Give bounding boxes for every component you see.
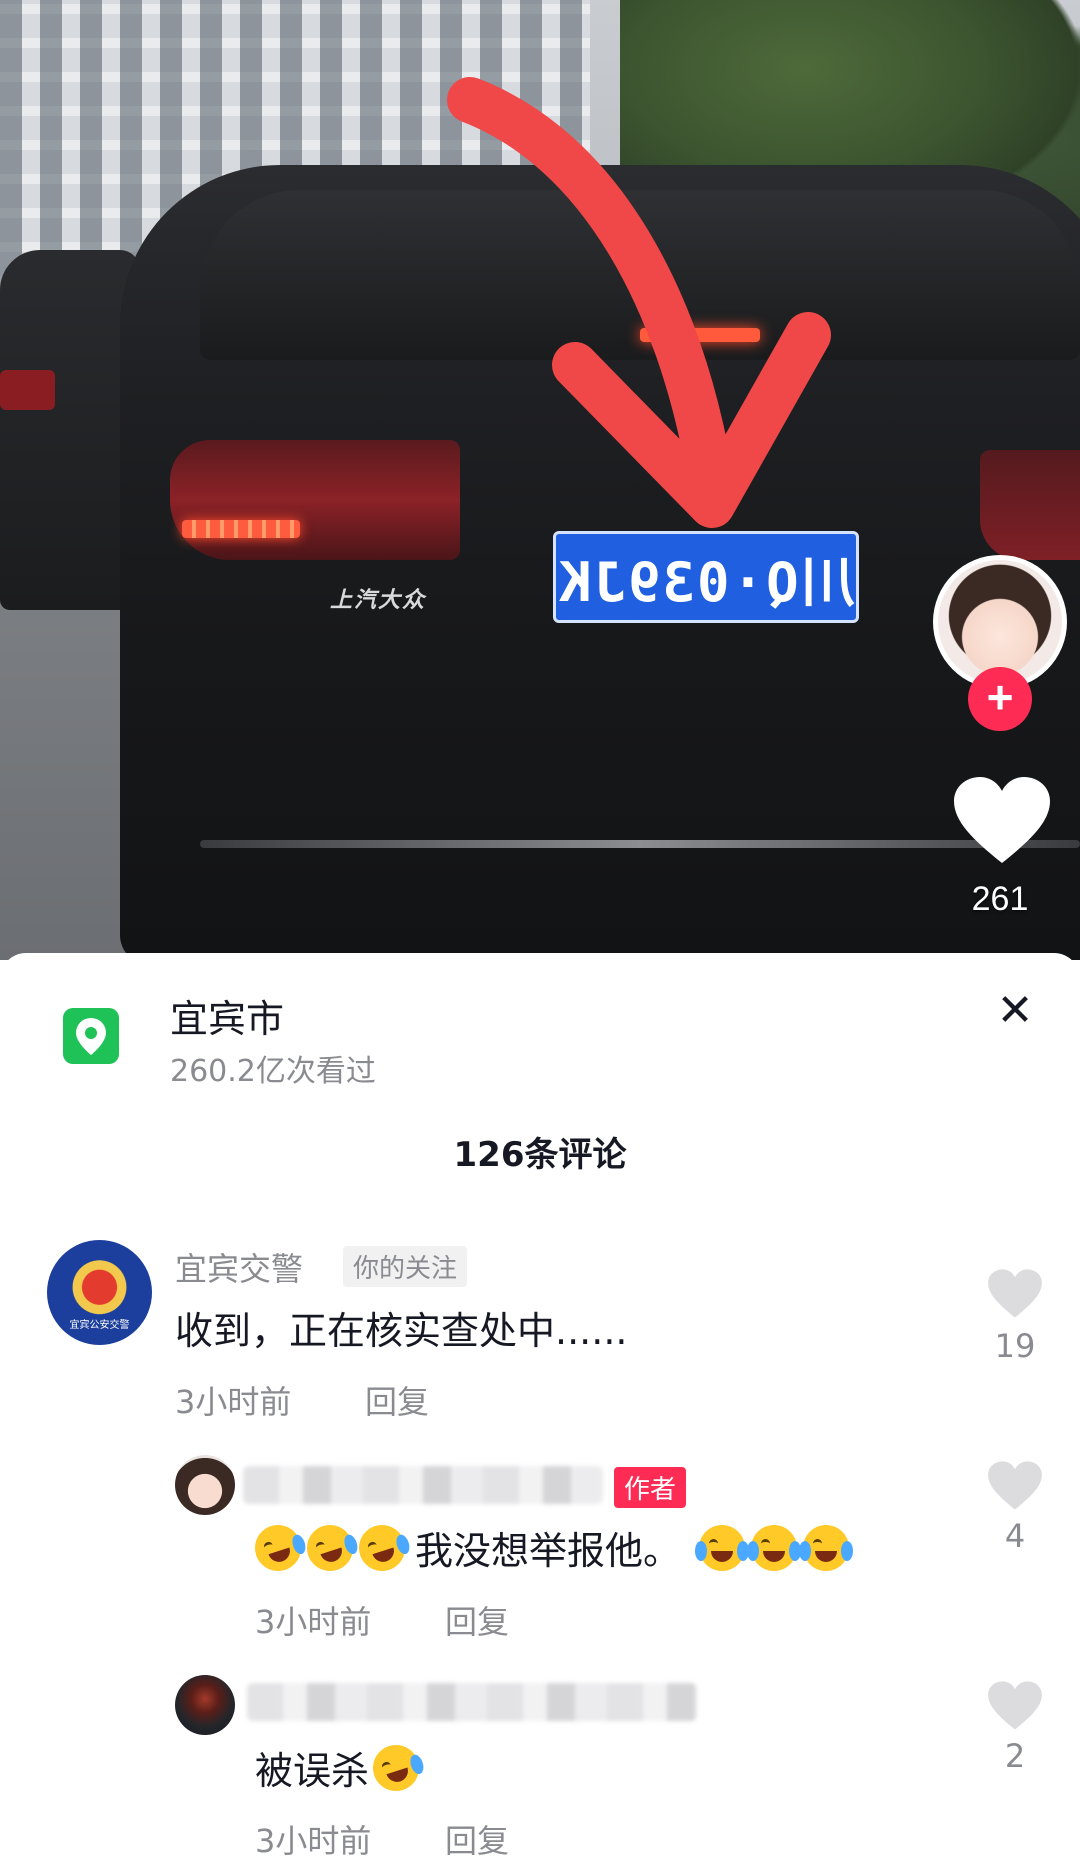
- comment-heart-icon[interactable]: [987, 1268, 1043, 1320]
- comment-text-row: 我没想举报他。: [249, 1518, 855, 1577]
- comment-sheet: [0, 953, 1080, 1871]
- author-reply-avatar[interactable]: [175, 1455, 235, 1515]
- comment-heart-icon[interactable]: [987, 1680, 1043, 1732]
- laugh-cry-emoji-icon: [249, 1518, 308, 1577]
- laugh-cry-emoji-icon: [367, 1738, 426, 1797]
- reply-button[interactable]: 回复: [445, 1597, 509, 1643]
- reply-button[interactable]: 回复: [365, 1377, 429, 1423]
- heart-icon[interactable]: [952, 775, 1052, 867]
- comment-like-count: 2: [1004, 1737, 1026, 1775]
- crying-laugh-emoji-icon: [747, 1524, 802, 1571]
- location-title[interactable]: 宜宾市: [170, 988, 284, 1043]
- comment-like-count: 19: [994, 1327, 1036, 1365]
- laugh-cry-emoji-icon: [353, 1518, 412, 1577]
- red-arrow-annotation: [447, 77, 831, 528]
- police-avatar[interactable]: 宜宾公安交警: [47, 1240, 152, 1345]
- comment-time: 3小时前: [255, 1822, 372, 1860]
- following-tag: 你的关注: [343, 1246, 468, 1287]
- comment-author[interactable]: 宜宾交警: [175, 1244, 303, 1290]
- location-views: 260.2亿次看过: [170, 1054, 376, 1089]
- author-avatar-image: [938, 560, 1062, 684]
- commenter-avatar[interactable]: [175, 1675, 235, 1735]
- reply-button[interactable]: 回复: [445, 1816, 509, 1862]
- comment-count-title: 126条评论: [453, 1135, 627, 1175]
- comment-text: 收到，正在核实查处中......: [175, 1309, 628, 1353]
- comment-text: 被误杀: [255, 1749, 370, 1793]
- blurred-username: [243, 1466, 603, 1504]
- comment-heart-icon[interactable]: [987, 1460, 1043, 1512]
- close-icon[interactable]: ✕: [990, 985, 1040, 1036]
- like-count: 261: [971, 880, 1029, 918]
- comment-text-row: 被误杀: [255, 1738, 426, 1797]
- comment-like-count: 4: [1004, 1517, 1026, 1555]
- comment-time: 3小时前: [175, 1383, 292, 1421]
- police-avatar-label: 宜宾公安交警: [69, 1320, 130, 1331]
- crying-laugh-emoji-icon: [695, 1524, 750, 1571]
- laugh-cry-emoji-icon: [301, 1518, 360, 1577]
- follow-plus-button[interactable]: +: [968, 667, 1032, 731]
- video-frame[interactable]: 上汽大众 川Q·039JK: [0, 0, 1080, 960]
- blurred-username: [247, 1683, 697, 1721]
- comment-time: 3小时前: [255, 1603, 372, 1641]
- comment-text: 我没想举报他。: [415, 1529, 682, 1573]
- author-tag: 作者: [614, 1467, 687, 1508]
- crying-laugh-emoji-icon: [799, 1524, 854, 1571]
- location-pin-icon: [63, 1008, 119, 1064]
